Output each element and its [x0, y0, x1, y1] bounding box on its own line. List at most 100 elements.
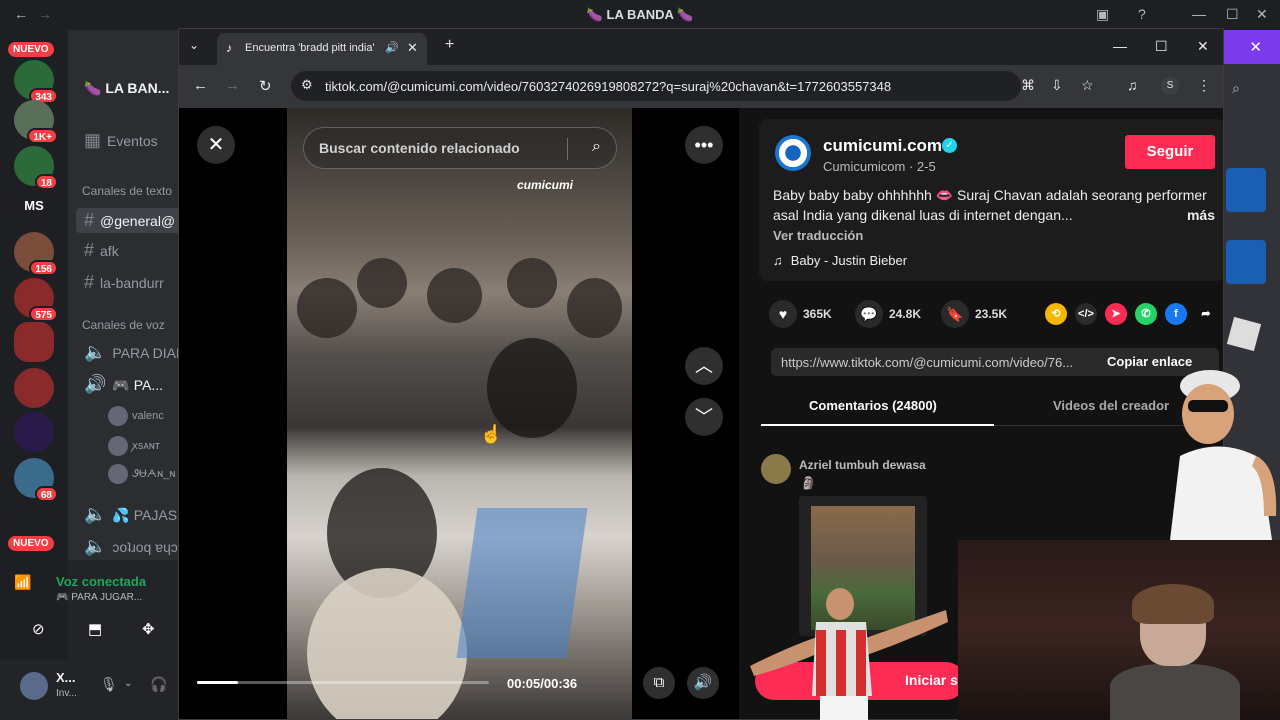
help-icon[interactable]: ? — [1138, 6, 1146, 22]
follow-button[interactable]: Seguir — [1125, 135, 1215, 169]
close-icon[interactable]: ✕ — [1197, 38, 1209, 55]
voice-channel-para-dial[interactable]: 🔈 PARA DIAL — [84, 342, 184, 363]
search-icon[interactable]: ⌕ — [1232, 80, 1240, 97]
volume-icon[interactable]: 🔊 — [687, 667, 719, 699]
camera-off-icon[interactable]: ⊘ — [32, 620, 45, 638]
more-options-icon[interactable]: ••• — [685, 126, 723, 164]
share-arrow-icon[interactable]: ➦ — [1195, 303, 1217, 325]
server-icon[interactable]: 156 — [14, 232, 58, 276]
close-icon[interactable]: ✕ — [1256, 6, 1268, 23]
repost-icon[interactable]: ⟲ — [1045, 303, 1067, 325]
video-info-card: cumicumi.com ✓ Cumicumicom · 2-5 Seguir … — [759, 119, 1223, 281]
maximize-icon[interactable]: ☐ — [1155, 38, 1168, 55]
url-text[interactable]: tiktok.com/@cumicumi.com/video/760327402… — [325, 79, 891, 94]
reload-icon[interactable]: ↻ — [259, 77, 272, 95]
tab-search-icon[interactable]: ⌄ — [189, 38, 199, 52]
game-icon[interactable] — [1226, 168, 1266, 212]
voice-channel-pajas[interactable]: 🔈 💦 PAJAS — [84, 504, 177, 525]
server-icon[interactable]: 18 — [14, 146, 58, 190]
inbox-icon[interactable]: ▣ — [1096, 6, 1109, 23]
tab-close-icon[interactable]: ✕ — [407, 40, 418, 56]
previous-video-button[interactable]: ︿ — [685, 347, 723, 385]
server-icon[interactable]: 575 — [14, 278, 58, 322]
channel-general[interactable]: # @general@ — [76, 208, 184, 233]
channel-afk[interactable]: # afk — [84, 240, 119, 261]
calendar-icon: ▦ — [84, 130, 102, 150]
facebook-icon[interactable]: f — [1165, 303, 1187, 325]
new-tab-icon[interactable]: + — [445, 36, 454, 54]
server-icon[interactable]: 68 — [14, 458, 58, 502]
voice-channel-pa[interactable]: 🔊 🎮 PA... — [84, 374, 163, 395]
url-bar[interactable]: ⚙ tiktok.com/@cumicumi.com/video/7603274… — [291, 71, 1021, 101]
user-name[interactable]: X... — [56, 670, 76, 685]
channel-la-bandurr[interactable]: # la-bandurr — [84, 272, 164, 293]
minimize-icon[interactable]: — — [1113, 38, 1127, 54]
next-video-button[interactable]: ﹀ — [685, 398, 723, 436]
more-link[interactable]: más — [1182, 205, 1215, 225]
menu-kebab-icon[interactable]: ⋮ — [1197, 77, 1211, 94]
whatsapp-icon[interactable]: ✆ — [1135, 303, 1157, 325]
send-icon[interactable]: ➤ — [1105, 303, 1127, 325]
tab-creator-videos[interactable]: Videos del creador — [1053, 398, 1169, 413]
text-category[interactable]: Canales de texto — [82, 184, 172, 198]
audio-playing-icon[interactable]: 🔊 — [385, 41, 399, 54]
screen-share-icon[interactable]: ⬒ — [88, 620, 102, 638]
voice-category[interactable]: Canales de voz — [82, 318, 165, 332]
profile-avatar[interactable]: S — [1161, 77, 1179, 95]
minimize-icon[interactable]: — — [1192, 6, 1206, 22]
creator-avatar[interactable] — [775, 135, 811, 171]
server-icon[interactable] — [14, 368, 54, 408]
video-player[interactable]: cumicumi — [287, 108, 632, 719]
translate-link[interactable]: Ver traducción — [773, 228, 863, 243]
new-badge-2: NUEVO — [8, 536, 54, 551]
search-icon[interactable]: ⌕ — [592, 138, 601, 156]
avatar[interactable] — [20, 672, 48, 700]
server-icon-ms[interactable]: MS — [14, 186, 54, 226]
pip-icon[interactable]: ⧉ — [643, 667, 675, 699]
commenter-name[interactable]: Azriel tumbuh dewasa — [799, 458, 926, 472]
creator-name[interactable]: cumicumi.com — [823, 136, 942, 156]
voice-channel-name[interactable]: 🎮 PARA JUGAR... — [56, 592, 142, 603]
share-link[interactable]: https://www.tiktok.com/@cumicumi.com/vid… — [781, 355, 1099, 370]
bookmark-star-icon[interactable]: ☆ — [1081, 77, 1094, 94]
discord-window-title: 🍆 LA BANDA 🍆 — [586, 7, 694, 22]
voice-user[interactable]: valenc — [108, 406, 164, 426]
install-app-icon[interactable]: ⇩ — [1051, 77, 1063, 94]
forward-arrow-icon[interactable]: → — [225, 77, 240, 94]
banner-close-icon[interactable]: ✕ — [1249, 38, 1262, 56]
music-link[interactable]: ♫ Baby - Justin Bieber — [773, 253, 907, 268]
translate-icon[interactable]: ⌘ — [1021, 77, 1035, 94]
headphones-icon[interactable]: 🎧 — [150, 676, 167, 693]
user-panel: X... Inv... 🎙 ⌄ 🎧 — [0, 660, 178, 720]
activities-icon[interactable]: ✥ — [142, 620, 155, 638]
events-item[interactable]: ▦ Eventos — [84, 130, 158, 151]
voice-user[interactable]: ꭗsᴀɴᴛ — [108, 436, 160, 456]
game-icon[interactable] — [1226, 240, 1266, 284]
media-controls-icon[interactable]: ♫ — [1127, 77, 1138, 93]
server-icon-active[interactable] — [14, 322, 54, 362]
close-video-button[interactable]: ✕ — [197, 126, 235, 164]
server-icon[interactable]: 1K+ — [14, 100, 58, 144]
site-info-icon[interactable]: ⚙ — [301, 77, 313, 93]
voice-user[interactable]: ᏭɄᗅɴ_ɴ — [108, 464, 175, 484]
progress-fill — [197, 681, 238, 684]
commenter-avatar[interactable] — [761, 454, 791, 484]
server-icon[interactable] — [14, 412, 54, 452]
server-icon[interactable]: 343 — [14, 60, 58, 104]
voice-status[interactable]: Voz conectada — [56, 574, 146, 589]
microphone-icon[interactable]: 🎙 — [100, 676, 118, 693]
tab-comments[interactable]: Comentarios (24800) — [809, 398, 937, 413]
video-progress-bar[interactable] — [197, 681, 489, 684]
discord-titlebar: ← → 🍆 LA BANDA 🍆 ▣ ? — ☐ ✕ — [0, 0, 1280, 30]
detail-tabs: Comentarios (24800) Videos del creador — [761, 388, 1223, 426]
speaker-icon: 🔈 — [84, 536, 107, 556]
roblox-icon[interactable] — [1226, 316, 1262, 352]
user-status: Inv... — [56, 688, 77, 699]
embed-icon[interactable]: </> — [1075, 303, 1097, 325]
guild-name[interactable]: 🍆 LA BAN... — [84, 80, 169, 97]
back-arrow-icon[interactable]: ← — [193, 77, 208, 94]
maximize-icon[interactable]: ☐ — [1226, 6, 1239, 23]
chevron-down-icon[interactable]: ⌄ — [124, 678, 132, 689]
related-search-input[interactable]: Buscar contenido relacionado ⌕ — [303, 127, 617, 169]
tab-tiktok[interactable]: ♪ Encuentra 'bradd pitt india' 🔊 ✕ — [217, 33, 427, 65]
